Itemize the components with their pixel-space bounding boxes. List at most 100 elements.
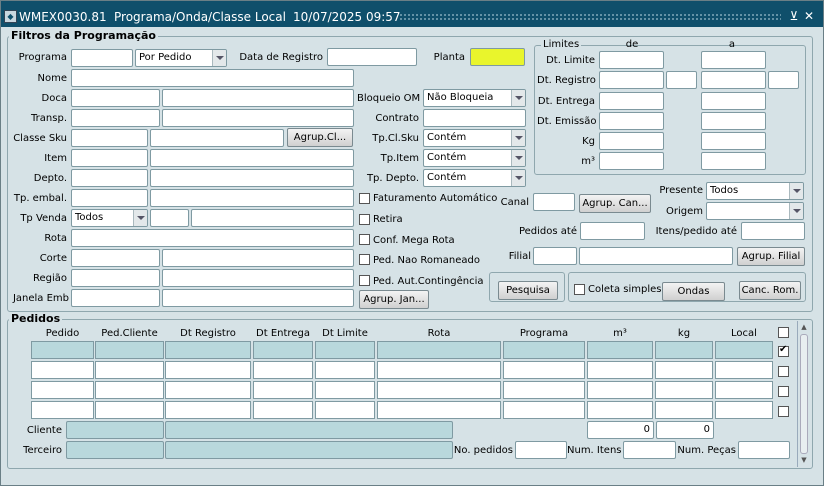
column-header-pedido[interactable]: Pedido xyxy=(31,328,94,339)
table-cell[interactable] xyxy=(587,361,653,379)
pedidos-scrollbar[interactable]: ▲ ▼ xyxy=(797,321,810,467)
tp-venda-desc-input[interactable] xyxy=(191,209,354,227)
tp-embal-code-input[interactable] xyxy=(71,189,148,207)
column-header-programa[interactable]: Programa xyxy=(503,328,585,339)
table-cell[interactable] xyxy=(587,381,653,399)
ped-nao-romaneado-checkbox[interactable] xyxy=(359,254,370,265)
table-cell[interactable] xyxy=(377,341,501,359)
table-cell[interactable] xyxy=(165,341,251,359)
table-cell[interactable] xyxy=(95,361,164,379)
table-cell[interactable] xyxy=(165,381,251,399)
canal-input[interactable] xyxy=(533,193,575,211)
table-cell[interactable] xyxy=(655,361,713,379)
m3-de-input[interactable] xyxy=(599,152,664,170)
scroll-down-icon[interactable]: ▼ xyxy=(799,455,809,465)
table-cell[interactable] xyxy=(503,361,585,379)
filial-code-input[interactable] xyxy=(533,247,577,265)
table-cell[interactable] xyxy=(165,361,251,379)
column-header-local[interactable]: Local xyxy=(715,328,773,339)
table-cell[interactable] xyxy=(503,401,585,419)
programa-tipo-select[interactable]: Por Pedido xyxy=(135,49,227,67)
row-select-checkbox[interactable] xyxy=(778,386,789,397)
column-header-dt-limite[interactable]: Dt Limite xyxy=(315,328,375,339)
table-cell[interactable] xyxy=(655,381,713,399)
table-cell[interactable] xyxy=(253,381,313,399)
row-select-checkbox[interactable] xyxy=(778,344,789,357)
agrup-filial-button[interactable]: Agrup. Filial xyxy=(737,247,805,266)
corte-code-input[interactable] xyxy=(71,249,160,267)
ped-aut-contingencia-checkbox[interactable] xyxy=(359,275,370,286)
row-select-checkbox[interactable] xyxy=(778,366,789,377)
column-header-kg[interactable]: kg xyxy=(655,328,713,339)
data-registro-input[interactable] xyxy=(327,48,417,66)
dt-limite-de-input[interactable] xyxy=(599,51,664,69)
dt-entrega-a-input[interactable] xyxy=(701,92,766,110)
table-cell[interactable] xyxy=(715,401,773,419)
table-cell[interactable] xyxy=(715,381,773,399)
tp-cl-sku-select[interactable]: Contém xyxy=(423,129,526,147)
origem-select[interactable] xyxy=(706,202,804,220)
dt-limite-a-input[interactable] xyxy=(701,51,766,69)
table-cell[interactable] xyxy=(95,401,164,419)
pesquisa-button[interactable]: Pesquisa xyxy=(498,281,558,300)
scrollbar-thumb[interactable] xyxy=(800,334,808,454)
dt-registro-a-hora-input[interactable] xyxy=(768,71,799,89)
regiao-code-input[interactable] xyxy=(71,269,160,287)
column-header-dt-entrega[interactable]: Dt Entrega xyxy=(253,328,313,339)
classe-sku-desc-input[interactable] xyxy=(150,129,284,147)
table-cell[interactable] xyxy=(715,341,773,359)
select-all-checkbox[interactable] xyxy=(778,327,789,338)
table-cell[interactable] xyxy=(31,381,94,399)
agrup-can-button[interactable]: Agrup. Can... xyxy=(579,194,651,213)
coleta-simples-checkbox[interactable] xyxy=(574,284,585,295)
tp-depto-select[interactable]: Contém xyxy=(423,169,526,187)
programa-input[interactable] xyxy=(71,49,133,67)
table-cell[interactable] xyxy=(587,401,653,419)
canc-rom-button[interactable]: Canc. Rom. xyxy=(739,281,801,300)
agrup-jan-button[interactable]: Agrup. Jan... xyxy=(359,290,429,309)
janela-emb-code-input[interactable] xyxy=(71,289,160,307)
corte-desc-input[interactable] xyxy=(162,249,354,267)
kg-de-input[interactable] xyxy=(599,132,664,150)
depto-code-input[interactable] xyxy=(71,169,148,187)
regiao-desc-input[interactable] xyxy=(162,269,354,287)
doca-desc-input[interactable] xyxy=(162,89,354,107)
table-cell[interactable] xyxy=(377,381,501,399)
column-header-rota[interactable]: Rota xyxy=(377,328,501,339)
row-select-checkbox[interactable] xyxy=(778,406,789,417)
dt-entrega-de-input[interactable] xyxy=(599,92,664,110)
close-icon[interactable]: ✕ xyxy=(802,9,816,23)
table-cell[interactable] xyxy=(377,401,501,419)
rota-input[interactable] xyxy=(71,229,354,247)
dt-registro-de-hora-input[interactable] xyxy=(666,71,697,89)
dt-registro-de-input[interactable] xyxy=(599,71,664,89)
column-header-dt-registro[interactable]: Dt Registro xyxy=(165,328,251,339)
table-cell[interactable] xyxy=(377,361,501,379)
column-header-ped-cliente[interactable]: Ped.Cliente xyxy=(95,328,164,339)
bloqueio-om-select[interactable]: Não Bloqueia xyxy=(423,89,526,107)
transp-code-input[interactable] xyxy=(71,109,160,127)
depto-desc-input[interactable] xyxy=(150,169,354,187)
app-icon[interactable]: ◆ xyxy=(4,10,17,23)
table-cell[interactable] xyxy=(31,341,94,359)
faturamento-automatico-checkbox[interactable] xyxy=(359,193,370,204)
table-cell[interactable] xyxy=(503,381,585,399)
table-cell[interactable] xyxy=(95,381,164,399)
pedidos-ate-input[interactable] xyxy=(580,222,645,240)
item-code-input[interactable] xyxy=(71,149,148,167)
kg-a-input[interactable] xyxy=(701,132,766,150)
scroll-up-icon[interactable]: ▲ xyxy=(799,322,809,332)
janela-emb-desc-input[interactable] xyxy=(162,289,354,307)
table-cell[interactable] xyxy=(587,341,653,359)
table-cell[interactable] xyxy=(315,341,375,359)
ondas-button[interactable]: Ondas xyxy=(662,282,725,301)
retira-checkbox[interactable] xyxy=(359,214,370,225)
nome-input[interactable] xyxy=(71,69,354,87)
presente-select[interactable]: Todos xyxy=(706,182,804,200)
table-cell[interactable] xyxy=(253,401,313,419)
dt-emissao-de-input[interactable] xyxy=(599,112,664,130)
table-cell[interactable] xyxy=(503,341,585,359)
m3-a-input[interactable] xyxy=(701,152,766,170)
conf-mega-rota-checkbox[interactable] xyxy=(359,234,370,245)
table-cell[interactable] xyxy=(165,401,251,419)
